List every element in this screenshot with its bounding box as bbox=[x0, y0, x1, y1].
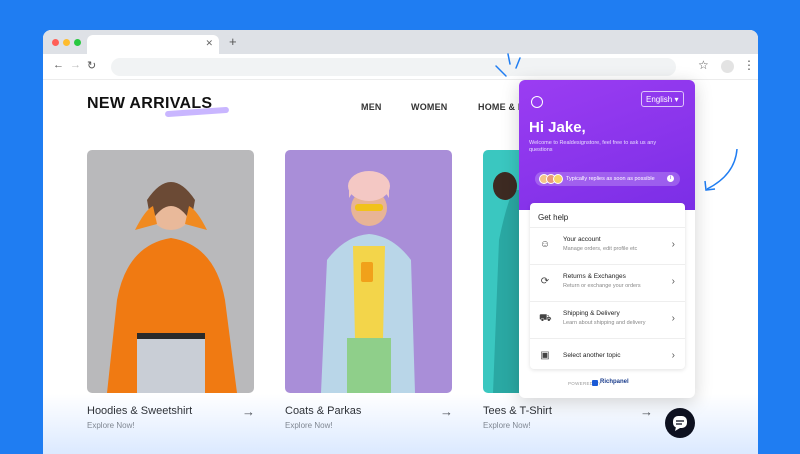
star-icon[interactable]: ☆ bbox=[698, 58, 709, 72]
chevron-right-icon: › bbox=[671, 276, 675, 287]
arrow-right-icon[interactable]: → bbox=[440, 404, 453, 419]
product-card-coats[interactable] bbox=[285, 150, 452, 393]
brand-name[interactable]: Richpanel bbox=[600, 379, 629, 385]
page-title: NEW ARRIVALS bbox=[87, 95, 213, 112]
help-item-subtitle: Manage orders, edit profile etc bbox=[563, 246, 638, 252]
nav-home[interactable]: HOME & L bbox=[478, 102, 524, 112]
plus-icon[interactable]: + bbox=[229, 34, 237, 49]
help-item-title: Returns & Exchanges bbox=[563, 273, 626, 280]
close-window-icon[interactable] bbox=[52, 39, 59, 46]
product-title[interactable]: Hoodies & Sweetshirt bbox=[87, 405, 192, 417]
product-image-hoodie bbox=[87, 150, 254, 393]
help-item-subtitle: Return or exchange your orders bbox=[563, 283, 641, 289]
address-bar[interactable] bbox=[111, 58, 676, 76]
explore-link[interactable]: Explore Now! bbox=[483, 421, 531, 430]
help-item-account[interactable]: ☺ Your account Manage orders, edit profi… bbox=[530, 227, 685, 264]
help-item-title: Select another topic bbox=[563, 352, 621, 359]
chevron-right-icon: › bbox=[671, 350, 675, 361]
widget-greeting: Hi Jake, bbox=[529, 119, 586, 136]
headset-icon bbox=[531, 96, 543, 108]
bottom-fade bbox=[43, 394, 758, 454]
nav-men[interactable]: MEN bbox=[361, 102, 382, 112]
profile-avatar[interactable] bbox=[721, 60, 734, 73]
explore-link[interactable]: Explore Now! bbox=[87, 421, 135, 430]
reply-time-pill: Typically replies as soon as possible i bbox=[535, 172, 680, 186]
forward-arrow-icon[interactable]: → bbox=[70, 59, 81, 71]
help-item-shipping[interactable]: ⛟ Shipping & Delivery Learn about shippi… bbox=[530, 301, 685, 338]
help-item-returns[interactable]: ⟳ Returns & Exchanges Return or exchange… bbox=[530, 264, 685, 301]
info-icon: i bbox=[667, 175, 674, 182]
agent-avatars bbox=[539, 174, 563, 184]
help-card: Get help ☺ Your account Manage orders, e… bbox=[530, 203, 685, 369]
help-item-title: Your account bbox=[563, 236, 601, 243]
info-icon: ▣ bbox=[540, 350, 550, 361]
help-item-subtitle: Learn about shipping and delivery bbox=[563, 320, 646, 326]
product-title[interactable]: Tees & T-Shirt bbox=[483, 405, 552, 417]
product-title[interactable]: Coats & Parkas bbox=[285, 405, 361, 417]
maximize-window-icon[interactable] bbox=[74, 39, 81, 46]
arrow-right-icon[interactable]: → bbox=[640, 404, 653, 419]
browser-tab[interactable]: ✕ bbox=[87, 35, 219, 54]
product-card-hoodies[interactable] bbox=[87, 150, 254, 393]
help-item-other[interactable]: ▣ Select another topic › bbox=[530, 338, 685, 375]
reply-time-text: Typically replies as soon as possible bbox=[566, 176, 655, 182]
kebab-menu-icon[interactable]: ⋮ bbox=[743, 58, 755, 72]
help-item-title: Shipping & Delivery bbox=[563, 310, 620, 317]
user-icon: ☺ bbox=[539, 239, 551, 250]
tab-bar: ✕ + bbox=[43, 30, 758, 54]
help-title: Get help bbox=[538, 213, 569, 222]
refresh-icon: ⟳ bbox=[540, 276, 550, 287]
nav-women[interactable]: WOMEN bbox=[411, 102, 448, 112]
chat-bubble-icon bbox=[673, 416, 687, 431]
widget-header: English ▾ Hi Jake, Welcome to Realdesign… bbox=[519, 80, 695, 210]
widget-welcome: Welcome to Realdesignstore, feel free to… bbox=[529, 140, 657, 153]
chevron-right-icon: › bbox=[671, 239, 675, 250]
help-widget: English ▾ Hi Jake, Welcome to Realdesign… bbox=[519, 80, 695, 398]
close-icon[interactable]: ✕ bbox=[205, 38, 213, 49]
curved-arrow-decoration bbox=[704, 148, 738, 191]
chevron-right-icon: › bbox=[671, 313, 675, 324]
product-image-coat bbox=[285, 150, 452, 393]
back-arrow-icon[interactable]: ← bbox=[53, 59, 64, 71]
reload-icon[interactable]: ↻ bbox=[87, 59, 96, 72]
chat-launcher-button[interactable] bbox=[665, 408, 695, 438]
richpanel-logo-icon bbox=[592, 380, 598, 386]
minimize-window-icon[interactable] bbox=[63, 39, 70, 46]
explore-link[interactable]: Explore Now! bbox=[285, 421, 333, 430]
browser-toolbar: ← → ↻ ☆ ⋮ bbox=[43, 54, 758, 80]
agent-avatar bbox=[553, 174, 563, 184]
language-select[interactable]: English ▾ bbox=[641, 91, 684, 107]
sparkle-decoration bbox=[495, 53, 521, 77]
arrow-right-icon[interactable]: → bbox=[242, 404, 255, 419]
truck-icon: ⛟ bbox=[539, 313, 552, 324]
